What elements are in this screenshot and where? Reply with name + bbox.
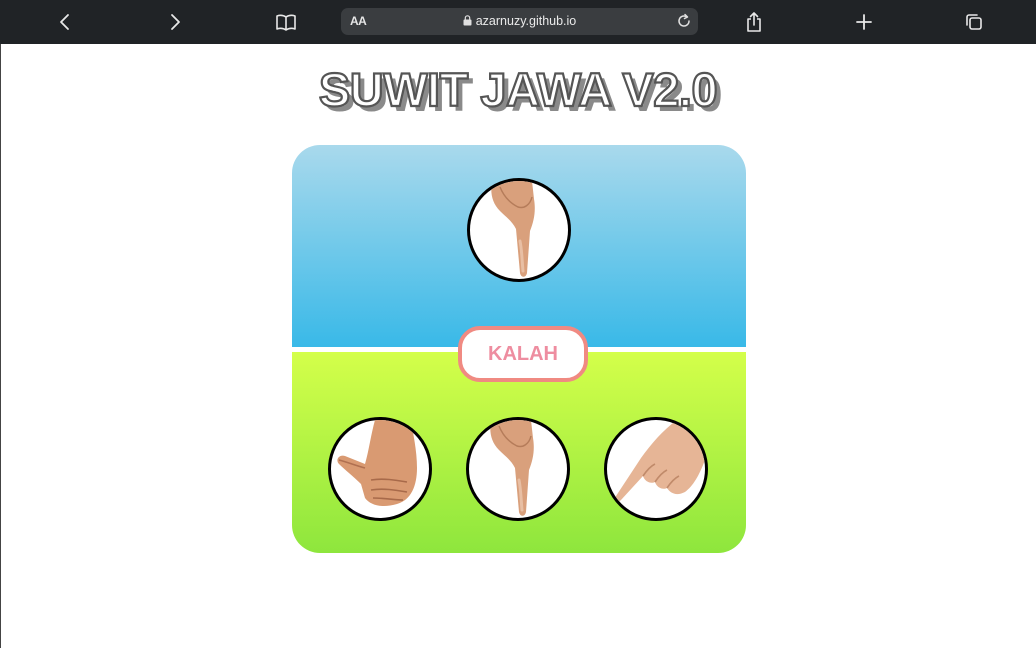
chevron-right-icon xyxy=(171,14,180,30)
page-title: SUWIT JAWA V2.0 xyxy=(318,62,719,117)
index-finger-hand-icon xyxy=(491,181,535,277)
forward-button[interactable] xyxy=(160,7,190,37)
lock-icon xyxy=(463,15,472,26)
choice-index-button[interactable] xyxy=(466,417,570,521)
reload-icon[interactable] xyxy=(676,13,692,29)
page-edge xyxy=(0,44,1,648)
address-bar[interactable]: AA azarnuzy.github.io xyxy=(341,8,698,35)
bookmarks-button[interactable] xyxy=(271,7,301,37)
new-tab-button[interactable] xyxy=(849,7,879,37)
share-icon xyxy=(747,12,761,32)
share-button[interactable] xyxy=(739,7,769,37)
choice-thumb-button[interactable] xyxy=(328,417,432,521)
result-badge: KALAH xyxy=(458,326,588,382)
chevron-left-icon xyxy=(60,14,69,30)
back-button[interactable] xyxy=(50,7,80,37)
index-finger-hand-icon xyxy=(490,420,534,516)
thumb-hand-icon xyxy=(337,420,417,506)
pinky-finger-hand-icon xyxy=(614,420,705,502)
browser-toolbar: AA azarnuzy.github.io xyxy=(0,0,1036,44)
opponent-hand xyxy=(467,178,571,282)
tabs-button[interactable] xyxy=(959,7,989,37)
book-icon xyxy=(276,14,296,31)
url-text: azarnuzy.github.io xyxy=(475,14,577,28)
tabs-icon xyxy=(966,14,982,30)
url-display: azarnuzy.github.io xyxy=(341,14,698,28)
choice-pinky-button[interactable] xyxy=(604,417,708,521)
plus-icon xyxy=(856,14,872,30)
